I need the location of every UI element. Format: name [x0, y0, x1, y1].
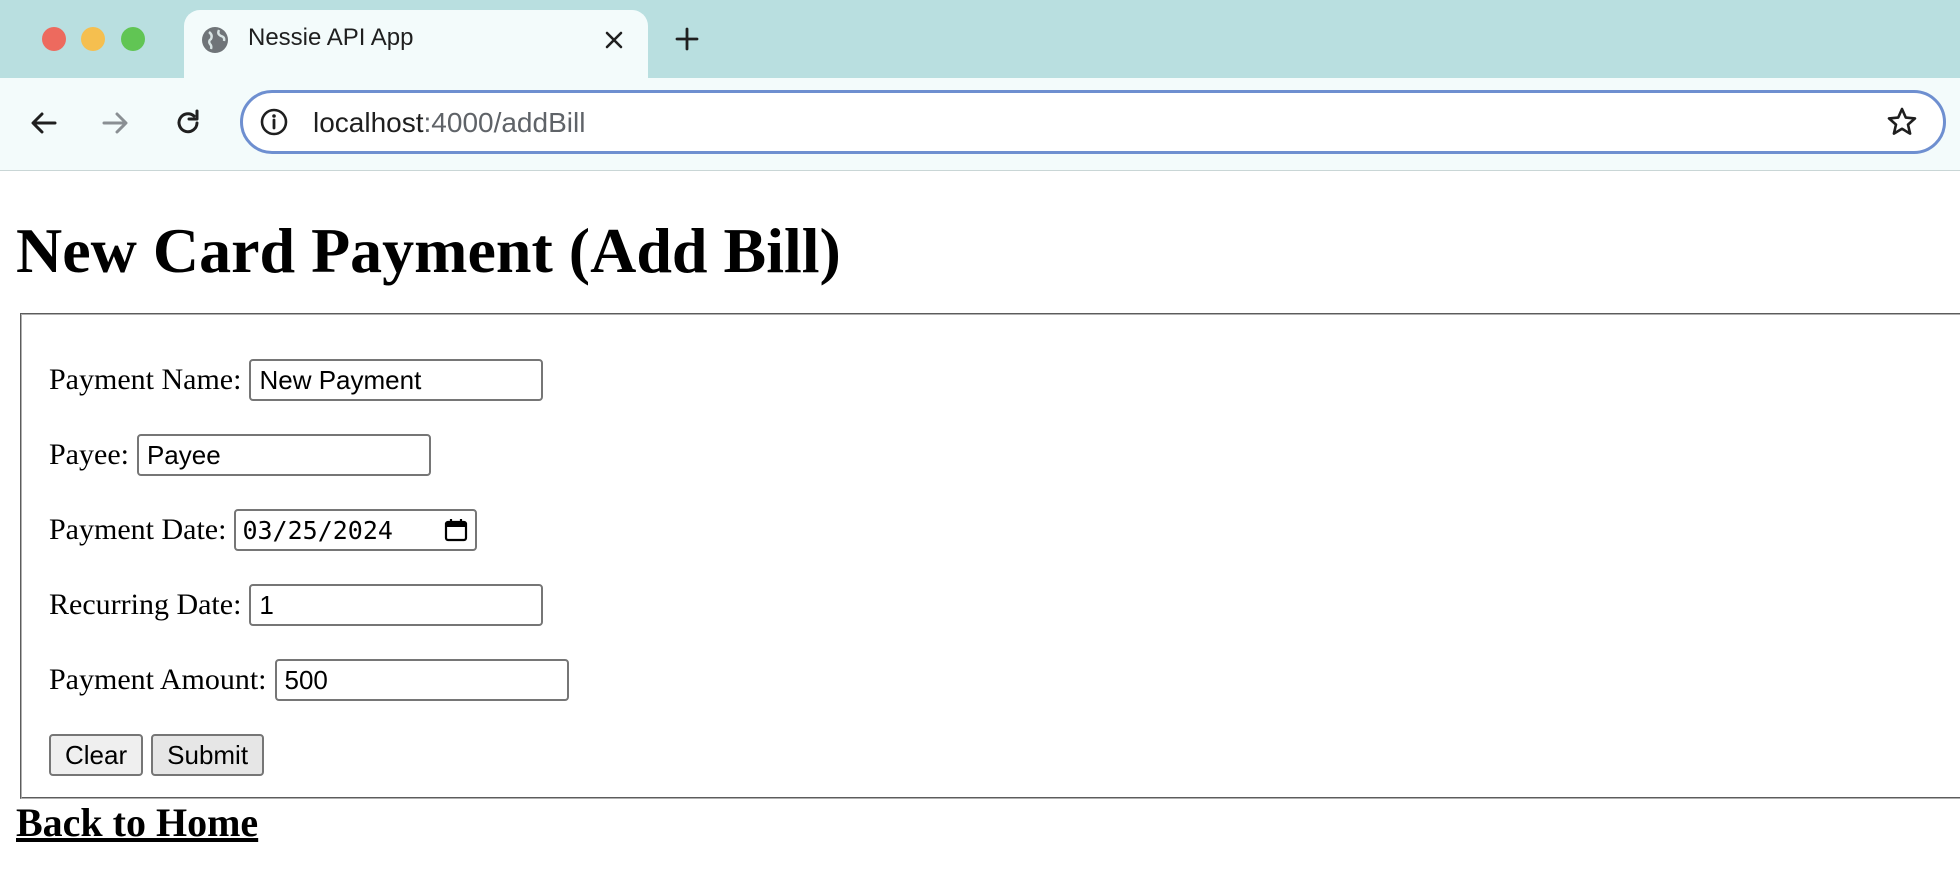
url-text[interactable]: localhost:4000/addBill: [313, 105, 585, 141]
payment-date-label: Payment Date:: [49, 513, 227, 546]
window-minimize-button[interactable]: [81, 27, 105, 51]
add-bill-form: Payment Name: New Payment Payee: Payee P…: [20, 313, 1960, 799]
browser-toolbar: localhost:4000/addBill: [0, 78, 1960, 171]
payment-name-row: Payment Name: New Payment: [49, 359, 544, 401]
payment-date-input[interactable]: 03/25/2024: [234, 509, 478, 551]
recurring-date-input[interactable]: 1: [249, 584, 544, 626]
page-content: New Card Payment (Add Bill) Payment Name…: [0, 171, 1960, 880]
payment-amount-row: Payment Amount: 500: [49, 659, 569, 701]
payee-input[interactable]: Payee: [136, 434, 431, 476]
address-bar[interactable]: localhost:4000/addBill: [240, 90, 1946, 154]
recurring-date-label: Recurring Date:: [49, 588, 242, 621]
submit-button[interactable]: Submit: [151, 734, 265, 776]
payment-date-value: 03/25/2024: [242, 515, 393, 545]
tab-strip: Nessie API App: [0, 0, 1960, 78]
form-actions: Clear Submit: [49, 734, 272, 776]
payment-date-row: Payment Date: 03/25/2024: [49, 509, 478, 551]
payment-amount-input[interactable]: 500: [274, 659, 569, 701]
payment-name-input[interactable]: New Payment: [249, 359, 544, 401]
tab-title: Nessie API App: [248, 24, 414, 51]
browser-tab[interactable]: Nessie API App: [184, 10, 648, 78]
back-to-home-link[interactable]: Back to Home: [16, 799, 258, 847]
bookmark-star-icon[interactable]: [1885, 105, 1919, 139]
back-arrow-icon[interactable]: [27, 106, 61, 140]
close-icon[interactable]: [602, 28, 626, 52]
site-info-icon[interactable]: [259, 107, 289, 137]
payment-amount-label: Payment Amount:: [49, 663, 267, 696]
globe-icon: [202, 27, 228, 53]
payment-name-label: Payment Name:: [49, 363, 242, 396]
url-path: :4000/addBill: [423, 107, 586, 138]
payee-label: Payee:: [49, 438, 129, 471]
calendar-icon[interactable]: [443, 517, 469, 543]
new-tab-icon[interactable]: [672, 24, 702, 54]
forward-arrow-icon[interactable]: [98, 106, 132, 140]
window-zoom-button[interactable]: [121, 27, 145, 51]
page-title: New Card Payment (Add Bill): [16, 215, 841, 286]
url-host: localhost: [313, 107, 424, 138]
recurring-date-row: Recurring Date: 1: [49, 584, 544, 626]
reload-icon[interactable]: [171, 106, 205, 140]
window-close-button[interactable]: [42, 27, 66, 51]
clear-button[interactable]: Clear: [49, 734, 144, 776]
payee-row: Payee: Payee: [49, 434, 431, 476]
